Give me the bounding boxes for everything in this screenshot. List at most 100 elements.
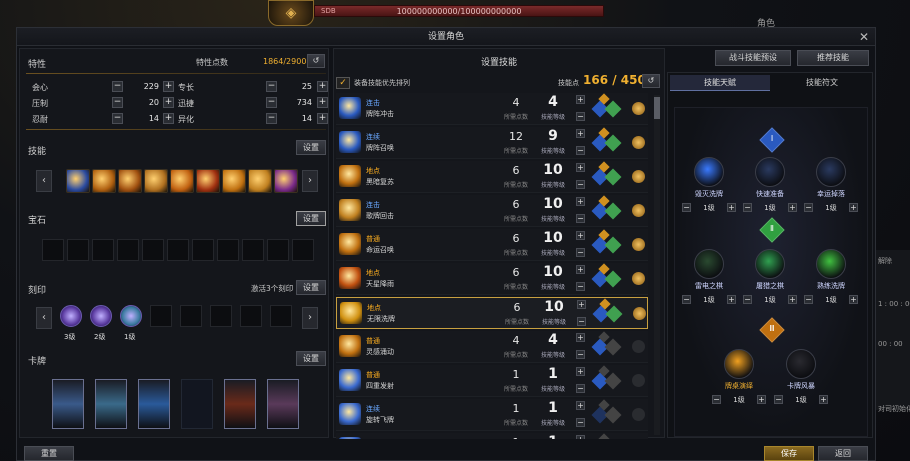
card-slot[interactable] [267,379,299,429]
stat-plus-button[interactable]: + [317,81,328,92]
skill-minus-button[interactable]: − [576,350,585,359]
talent-plus-button[interactable]: + [788,295,797,304]
talent-minus-button[interactable]: − [743,295,752,304]
skills-prev-arrow-icon[interactable]: ‹ [36,170,52,192]
gem-slot[interactable] [242,239,264,261]
skill-plus-button[interactable]: + [576,333,585,342]
talent-node-icon[interactable] [724,349,754,379]
skill-plus-button[interactable]: + [576,401,585,410]
engrave-slot[interactable] [120,305,142,327]
rune-slot-icon[interactable] [632,238,645,251]
skill-minus-button[interactable]: − [576,282,585,291]
skill-plus-button[interactable]: + [576,265,585,274]
skill-minus-button[interactable]: − [576,384,585,393]
skill-plus-button[interactable]: + [576,163,585,172]
skill-slot-icon[interactable] [248,169,272,193]
rune-slot-icon[interactable] [632,102,645,115]
talent-plus-button[interactable]: + [849,295,858,304]
rune-slot-icon[interactable] [632,170,645,183]
rune-slot-icon[interactable] [632,204,645,217]
skill-minus-button[interactable]: − [576,146,585,155]
battle-preset-button[interactable]: 战斗技能预设 [715,50,791,66]
engrave-slot[interactable] [180,305,202,327]
stat-minus-button[interactable]: − [266,97,277,108]
engrave-slot[interactable] [270,305,292,327]
skill-minus-button[interactable]: − [576,248,585,257]
stat-plus-button[interactable]: + [317,113,328,124]
talent-node-icon[interactable] [816,157,846,187]
skill-minus-button[interactable]: − [576,214,585,223]
skill-row[interactable]: 连击刺花爆舞1所需点数1技能等级+− [336,433,648,439]
scrollbar-thumb[interactable] [654,97,660,119]
skill-plus-button[interactable]: + [576,435,585,439]
talent-node-icon[interactable] [755,249,785,279]
skill-slot-icon[interactable] [222,169,246,193]
skill-row[interactable]: 连续 旋转飞牌 1 所需点数 1 技能等级 + − [336,399,648,431]
talent-plus-button[interactable]: + [819,395,828,404]
engrave-slot[interactable] [210,305,232,327]
skill-plus-button[interactable]: + [576,367,585,376]
skill-row[interactable]: 地点 无限洗牌 6 所需点数 10 技能等级 + − [336,297,648,329]
skill-slot-icon[interactable] [144,169,168,193]
tripod-2-icon[interactable] [604,270,622,288]
rune-slot-icon[interactable] [632,374,645,387]
trait-reset-icon[interactable]: ↺ [307,54,325,68]
engrave-prev-arrow-icon[interactable]: ‹ [36,307,52,329]
talent-minus-button[interactable]: − [804,295,813,304]
stat-minus-button[interactable]: − [112,113,123,124]
rune-slot-icon[interactable] [632,136,645,149]
skill-minus-button[interactable]: − [576,112,585,121]
tripod-2-icon[interactable] [604,134,622,152]
engrave-set-button[interactable]: 设置 [296,280,326,295]
stat-plus-button[interactable]: + [163,81,174,92]
gem-slot[interactable] [142,239,164,261]
gem-slot[interactable] [292,239,314,261]
talent-plus-button[interactable]: + [727,295,736,304]
save-button[interactable]: 保存 [764,446,814,461]
talent-minus-button[interactable]: − [682,295,691,304]
gem-slot[interactable] [67,239,89,261]
stat-plus-button[interactable]: + [163,97,174,108]
talent-node-icon[interactable] [816,249,846,279]
close-icon[interactable]: ✕ [859,30,869,44]
engrave-slot[interactable] [60,305,82,327]
stat-plus-button[interactable]: + [317,97,328,108]
tripod-3-icon[interactable] [598,433,610,439]
talent-node-icon[interactable] [755,157,785,187]
skill-plus-button[interactable]: + [576,231,585,240]
skill-plus-button[interactable]: + [577,300,586,309]
rune-slot-icon[interactable] [633,307,646,320]
skill-reset-icon[interactable]: ↺ [642,74,660,88]
skill-row[interactable]: 连续 牌阵召唤 12 所需点数 9 技能等级 + − [336,127,648,159]
stat-minus-button[interactable]: − [112,97,123,108]
talent-plus-button[interactable]: + [788,203,797,212]
skill-minus-button[interactable]: − [576,180,585,189]
gems-set-button[interactable]: 设置 [296,211,326,226]
reset-button[interactable]: 重置 [24,446,74,461]
rune-slot-icon[interactable] [632,272,645,285]
gem-slot[interactable] [217,239,239,261]
skill-plus-button[interactable]: + [576,95,585,104]
rune-slot-icon[interactable] [632,340,645,353]
gem-slot[interactable] [267,239,289,261]
engrave-slot[interactable] [90,305,112,327]
tripod-2-icon[interactable] [605,305,623,323]
stat-plus-button[interactable]: + [163,113,174,124]
skill-row[interactable]: 普通 四重发射 1 所需点数 1 技能等级 + − [336,365,648,397]
stat-minus-button[interactable]: − [266,113,277,124]
skill-minus-button[interactable]: − [577,317,586,326]
skill-slot-icon[interactable] [274,169,298,193]
tripod-2-icon[interactable] [604,168,622,186]
talent-node-icon[interactable] [694,249,724,279]
skills-next-arrow-icon[interactable]: › [302,170,318,192]
tab-rune[interactable]: 技能符文 [772,75,872,91]
talent-minus-button[interactable]: − [682,203,691,212]
tripod-2-icon[interactable] [604,202,622,220]
gem-slot[interactable] [92,239,114,261]
skill-slot-icon[interactable] [196,169,220,193]
skill-slot-icon[interactable] [170,169,194,193]
skill-list-scrollbar[interactable] [654,95,660,435]
gem-slot[interactable] [167,239,189,261]
skill-plus-button[interactable]: + [576,129,585,138]
engrave-slot[interactable] [150,305,172,327]
